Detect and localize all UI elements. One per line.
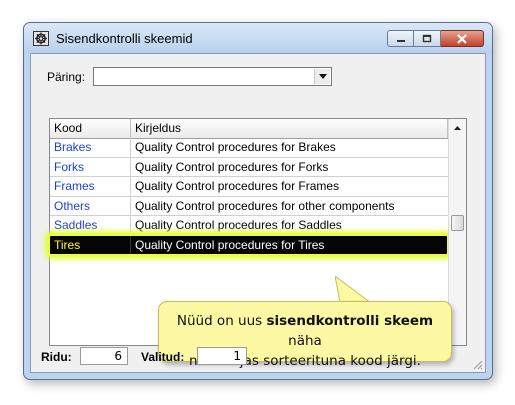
table-row-selected[interactable]: Tires Quality Control procedures for Tir… — [47, 232, 450, 257]
list-rows: Brakes Quality Control procedures for Br… — [47, 138, 450, 257]
chevron-down-icon — [318, 74, 327, 79]
row-description: Quality Control procedures for other com… — [131, 197, 448, 217]
column-header-code[interactable]: Kood — [50, 119, 131, 138]
query-dropdown-button[interactable] — [314, 69, 330, 84]
app-window: Sisendkontrolli skeemid Päring: Kood Kir… — [23, 22, 493, 380]
maximize-icon — [422, 34, 432, 43]
close-button[interactable] — [441, 30, 484, 47]
row-description: Quality Control procedures for Brakes — [131, 138, 448, 158]
row-description: Quality Control procedures for Tires — [131, 235, 448, 256]
row-description: Quality Control procedures for Saddles — [131, 216, 448, 236]
row-code[interactable]: Saddles — [50, 216, 131, 236]
scroll-up-button[interactable] — [449, 119, 466, 136]
row-description: Quality Control procedures for Frames — [131, 177, 448, 197]
window-client-area: Päring: Kood Kirjeldus Brakes Quality Co… — [30, 53, 486, 373]
table-row[interactable]: Saddles Quality Control procedures for S… — [50, 216, 448, 236]
table-row[interactable]: Frames Quality Control procedures for Fr… — [50, 177, 448, 197]
callout-text-part1: Nüüd on uus — [176, 313, 267, 329]
row-description: Quality Control procedures for Forks — [131, 158, 448, 178]
table-row[interactable]: Forks Quality Control procedures for For… — [50, 157, 448, 178]
rows-count-label: Ridu: — [41, 350, 72, 364]
row-code[interactable]: Brakes — [50, 138, 131, 158]
table-row[interactable]: Others Quality Control procedures for ot… — [50, 196, 448, 217]
minimize-button[interactable] — [387, 30, 414, 47]
close-icon — [457, 33, 467, 44]
row-code[interactable]: Others — [50, 196, 131, 217]
minimize-icon — [396, 39, 405, 42]
resize-grip-icon[interactable] — [471, 358, 483, 370]
list-header: Kood Kirjeldus — [50, 119, 448, 139]
title-bar[interactable]: Sisendkontrolli skeemid — [24, 23, 492, 53]
row-code[interactable]: Frames — [50, 177, 131, 197]
status-bar: Ridu: 6 Valitud: 1 — [31, 342, 485, 372]
rows-count-value: 6 — [80, 347, 128, 365]
column-header-description[interactable]: Kirjeldus — [131, 119, 448, 138]
query-dropdown[interactable] — [93, 67, 332, 86]
app-window-icon — [33, 31, 49, 46]
maximize-button[interactable] — [414, 30, 441, 47]
selected-count-value: 1 — [197, 347, 247, 365]
selected-count-label: Valitud: — [141, 350, 185, 364]
query-label: Päring: — [47, 70, 86, 84]
callout-text-bold: sisendkontrolli skeem — [266, 313, 434, 329]
row-code[interactable]: Forks — [50, 157, 131, 178]
scroll-thumb[interactable] — [451, 215, 464, 231]
window-title: Sisendkontrolli skeemid — [56, 31, 193, 46]
chevron-up-icon — [454, 125, 461, 130]
table-row[interactable]: Brakes Quality Control procedures for Br… — [50, 138, 448, 158]
row-code[interactable]: Tires — [50, 235, 131, 256]
